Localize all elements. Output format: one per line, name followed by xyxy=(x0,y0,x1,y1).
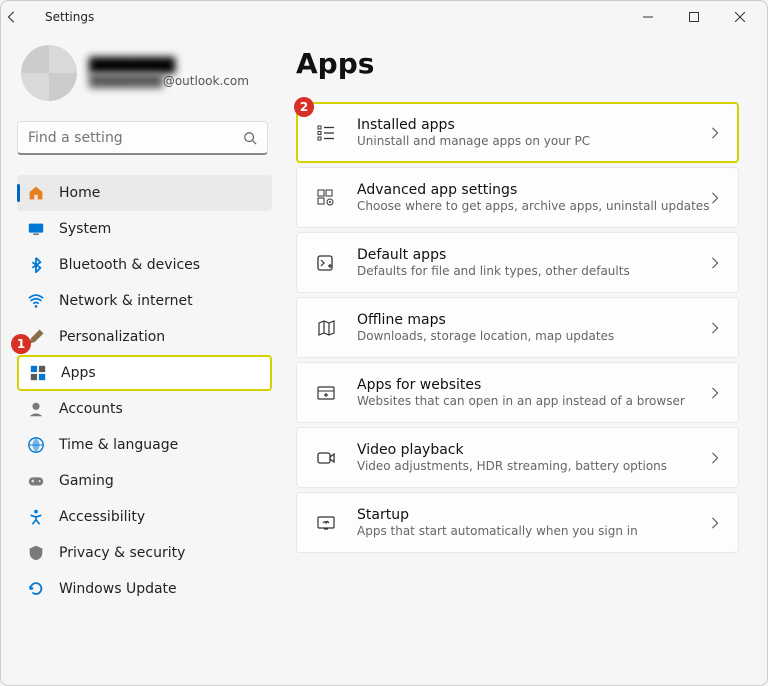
card-default-apps[interactable]: Default apps Defaults for file and link … xyxy=(296,232,739,293)
sidebar-item-update[interactable]: Windows Update xyxy=(17,571,272,607)
card-subtitle: Defaults for file and link types, other … xyxy=(357,264,710,278)
search-input[interactable] xyxy=(28,130,243,146)
sidebar-item-label: Bluetooth & devices xyxy=(59,257,200,273)
sidebar-item-label: Gaming xyxy=(59,473,114,489)
gaming-icon xyxy=(27,472,45,490)
card-startup[interactable]: Startup Apps that start automatically wh… xyxy=(296,492,739,553)
back-button[interactable] xyxy=(5,10,37,24)
annotation-badge-2: 2 xyxy=(294,97,314,117)
chevron-right-icon xyxy=(710,192,720,204)
maximize-button[interactable] xyxy=(671,1,717,33)
page-title: Apps xyxy=(296,47,739,80)
sidebar-item-label: Privacy & security xyxy=(59,545,185,561)
sidebar-item-bluetooth[interactable]: Bluetooth & devices xyxy=(17,247,272,283)
user-card[interactable]: ████████ ████████@outlook.com xyxy=(17,41,272,121)
sidebar-item-personalization[interactable]: Personalization xyxy=(17,319,272,355)
chevron-right-icon xyxy=(710,127,720,139)
chevron-right-icon xyxy=(710,517,720,529)
sidebar-item-label: Windows Update xyxy=(59,581,177,597)
privacy-icon xyxy=(27,544,45,562)
card-subtitle: Websites that can open in an app instead… xyxy=(357,394,710,408)
chevron-right-icon xyxy=(710,322,720,334)
sidebar-item-label: Apps xyxy=(61,365,96,381)
card-video-playback[interactable]: Video playback Video adjustments, HDR st… xyxy=(296,427,739,488)
sidebar-item-label: Home xyxy=(59,185,100,201)
sidebar-item-label: System xyxy=(59,221,111,237)
minimize-button[interactable] xyxy=(625,1,671,33)
sidebar-item-label: Network & internet xyxy=(59,293,193,309)
card-title: Offline maps xyxy=(357,312,710,328)
sidebar-item-accounts[interactable]: Accounts xyxy=(17,391,272,427)
card-title: Installed apps xyxy=(357,117,710,133)
apps-websites-icon xyxy=(315,382,337,404)
card-title: Default apps xyxy=(357,247,710,263)
search-icon xyxy=(243,131,257,145)
sidebar-item-home[interactable]: Home xyxy=(17,175,272,211)
avatar xyxy=(21,45,77,101)
titlebar: Settings xyxy=(1,1,767,33)
card-title: Apps for websites xyxy=(357,377,710,393)
card-installed-apps[interactable]: Installed apps Uninstall and manage apps… xyxy=(296,102,739,163)
card-subtitle: Uninstall and manage apps on your PC xyxy=(357,134,710,148)
installed-apps-icon xyxy=(315,122,337,144)
card-title: Advanced app settings xyxy=(357,182,710,198)
sidebar-item-privacy[interactable]: Privacy & security xyxy=(17,535,272,571)
system-icon xyxy=(27,220,45,238)
card-apps-for-websites[interactable]: Apps for websites Websites that can open… xyxy=(296,362,739,423)
sidebar-item-label: Accessibility xyxy=(59,509,145,525)
bluetooth-icon xyxy=(27,256,45,274)
card-title: Video playback xyxy=(357,442,710,458)
card-subtitle: Video adjustments, HDR streaming, batter… xyxy=(357,459,710,473)
sidebar-item-label: Time & language xyxy=(59,437,178,453)
sidebar-item-label: Accounts xyxy=(59,401,123,417)
sidebar-item-apps[interactable]: Apps xyxy=(17,355,272,391)
time-icon xyxy=(27,436,45,454)
accounts-icon xyxy=(27,400,45,418)
network-icon xyxy=(27,292,45,310)
card-title: Startup xyxy=(357,507,710,523)
chevron-right-icon xyxy=(710,452,720,464)
card-offline-maps[interactable]: Offline maps Downloads, storage location… xyxy=(296,297,739,358)
accessibility-icon xyxy=(27,508,45,526)
user-email: ████████@outlook.com xyxy=(89,74,249,88)
card-subtitle: Downloads, storage location, map updates xyxy=(357,329,710,343)
offline-maps-icon xyxy=(315,317,337,339)
home-icon xyxy=(27,184,45,202)
sidebar: ████████ ████████@outlook.com Home Syste… xyxy=(17,41,272,685)
chevron-right-icon xyxy=(710,257,720,269)
apps-icon xyxy=(29,364,47,382)
sidebar-item-time[interactable]: Time & language xyxy=(17,427,272,463)
window-controls xyxy=(625,1,763,33)
sidebar-item-label: Personalization xyxy=(59,329,165,345)
user-name: ████████ xyxy=(89,58,249,74)
search-box[interactable] xyxy=(17,121,268,155)
advanced-settings-icon xyxy=(315,187,337,209)
sidebar-item-accessibility[interactable]: Accessibility xyxy=(17,499,272,535)
annotation-badge-1: 1 xyxy=(11,334,31,354)
window-title: Settings xyxy=(37,10,94,24)
sidebar-item-gaming[interactable]: Gaming xyxy=(17,463,272,499)
card-subtitle: Apps that start automatically when you s… xyxy=(357,524,710,538)
video-icon xyxy=(315,447,337,469)
card-advanced-app-settings[interactable]: Advanced app settings Choose where to ge… xyxy=(296,167,739,228)
card-subtitle: Choose where to get apps, archive apps, … xyxy=(357,199,710,213)
main-content: Apps Installed apps Uninstall and manage… xyxy=(272,41,751,685)
startup-icon xyxy=(315,512,337,534)
chevron-right-icon xyxy=(710,387,720,399)
sidebar-item-system[interactable]: System xyxy=(17,211,272,247)
default-apps-icon xyxy=(315,252,337,274)
sidebar-item-network[interactable]: Network & internet xyxy=(17,283,272,319)
close-button[interactable] xyxy=(717,1,763,33)
update-icon xyxy=(27,580,45,598)
